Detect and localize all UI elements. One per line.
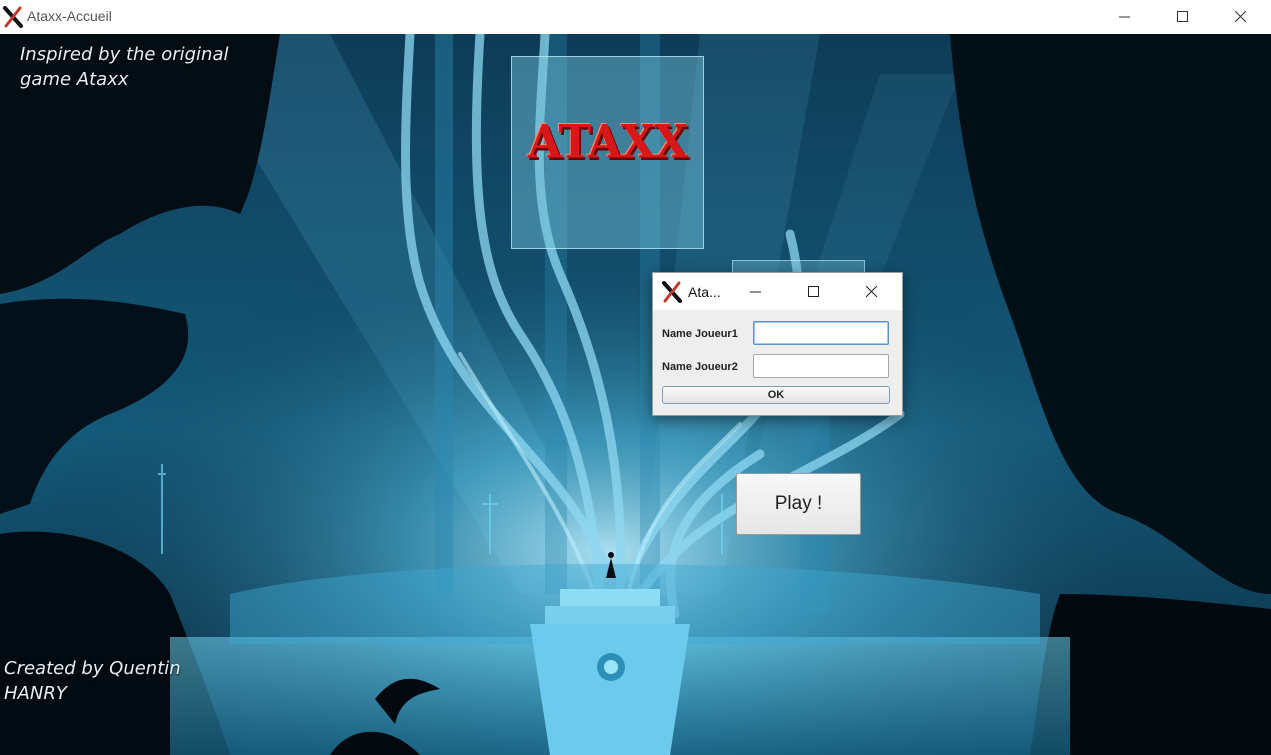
player1-label: Name Joueur1 (662, 328, 738, 340)
credit-author-text: Created by Quentin HANRY (4, 656, 204, 706)
player1-name-input[interactable] (753, 321, 889, 345)
dialog-minimize-button[interactable] (727, 273, 785, 310)
maximize-button[interactable] (1154, 0, 1212, 34)
credit-line: game Ataxx (20, 69, 129, 90)
credit-line: Created by Quentin (4, 658, 181, 679)
player2-label: Name Joueur2 (662, 361, 738, 373)
close-icon (1235, 11, 1247, 23)
dialog-title: Ata... (688, 284, 721, 300)
credit-inspired-text: Inspired by the original game Ataxx (20, 42, 260, 92)
maximize-icon (808, 285, 819, 297)
ataxx-x-icon (3, 6, 23, 28)
dialog-titlebar: Ata... (653, 273, 902, 310)
maximize-icon (1177, 11, 1188, 22)
minimize-icon (1119, 16, 1130, 18)
credit-line: HANRY (4, 683, 67, 704)
logo-panel: ATAXX (511, 56, 704, 249)
ok-button[interactable]: OK (662, 386, 890, 404)
ataxx-logo: ATAXX (527, 115, 688, 170)
close-button[interactable] (1212, 0, 1270, 34)
dialog-close-button[interactable] (843, 273, 901, 310)
dialog-maximize-button[interactable] (785, 273, 843, 310)
ataxx-x-icon (662, 281, 682, 303)
minimize-icon (750, 291, 761, 292)
player-names-dialog: Ata... Name Joueur1 Name Joueur2 OK (652, 272, 903, 416)
game-scene: Inspired by the original game Ataxx ATAX… (0, 34, 1271, 755)
minimize-button[interactable] (1096, 0, 1154, 34)
window-title: Ataxx-Accueil (27, 8, 112, 24)
player2-name-input[interactable] (753, 354, 889, 378)
credit-line: Inspired by the original (20, 44, 229, 65)
window-titlebar: Ataxx-Accueil (0, 0, 1271, 34)
close-icon (866, 285, 878, 297)
play-button[interactable]: Play ! (736, 473, 861, 535)
